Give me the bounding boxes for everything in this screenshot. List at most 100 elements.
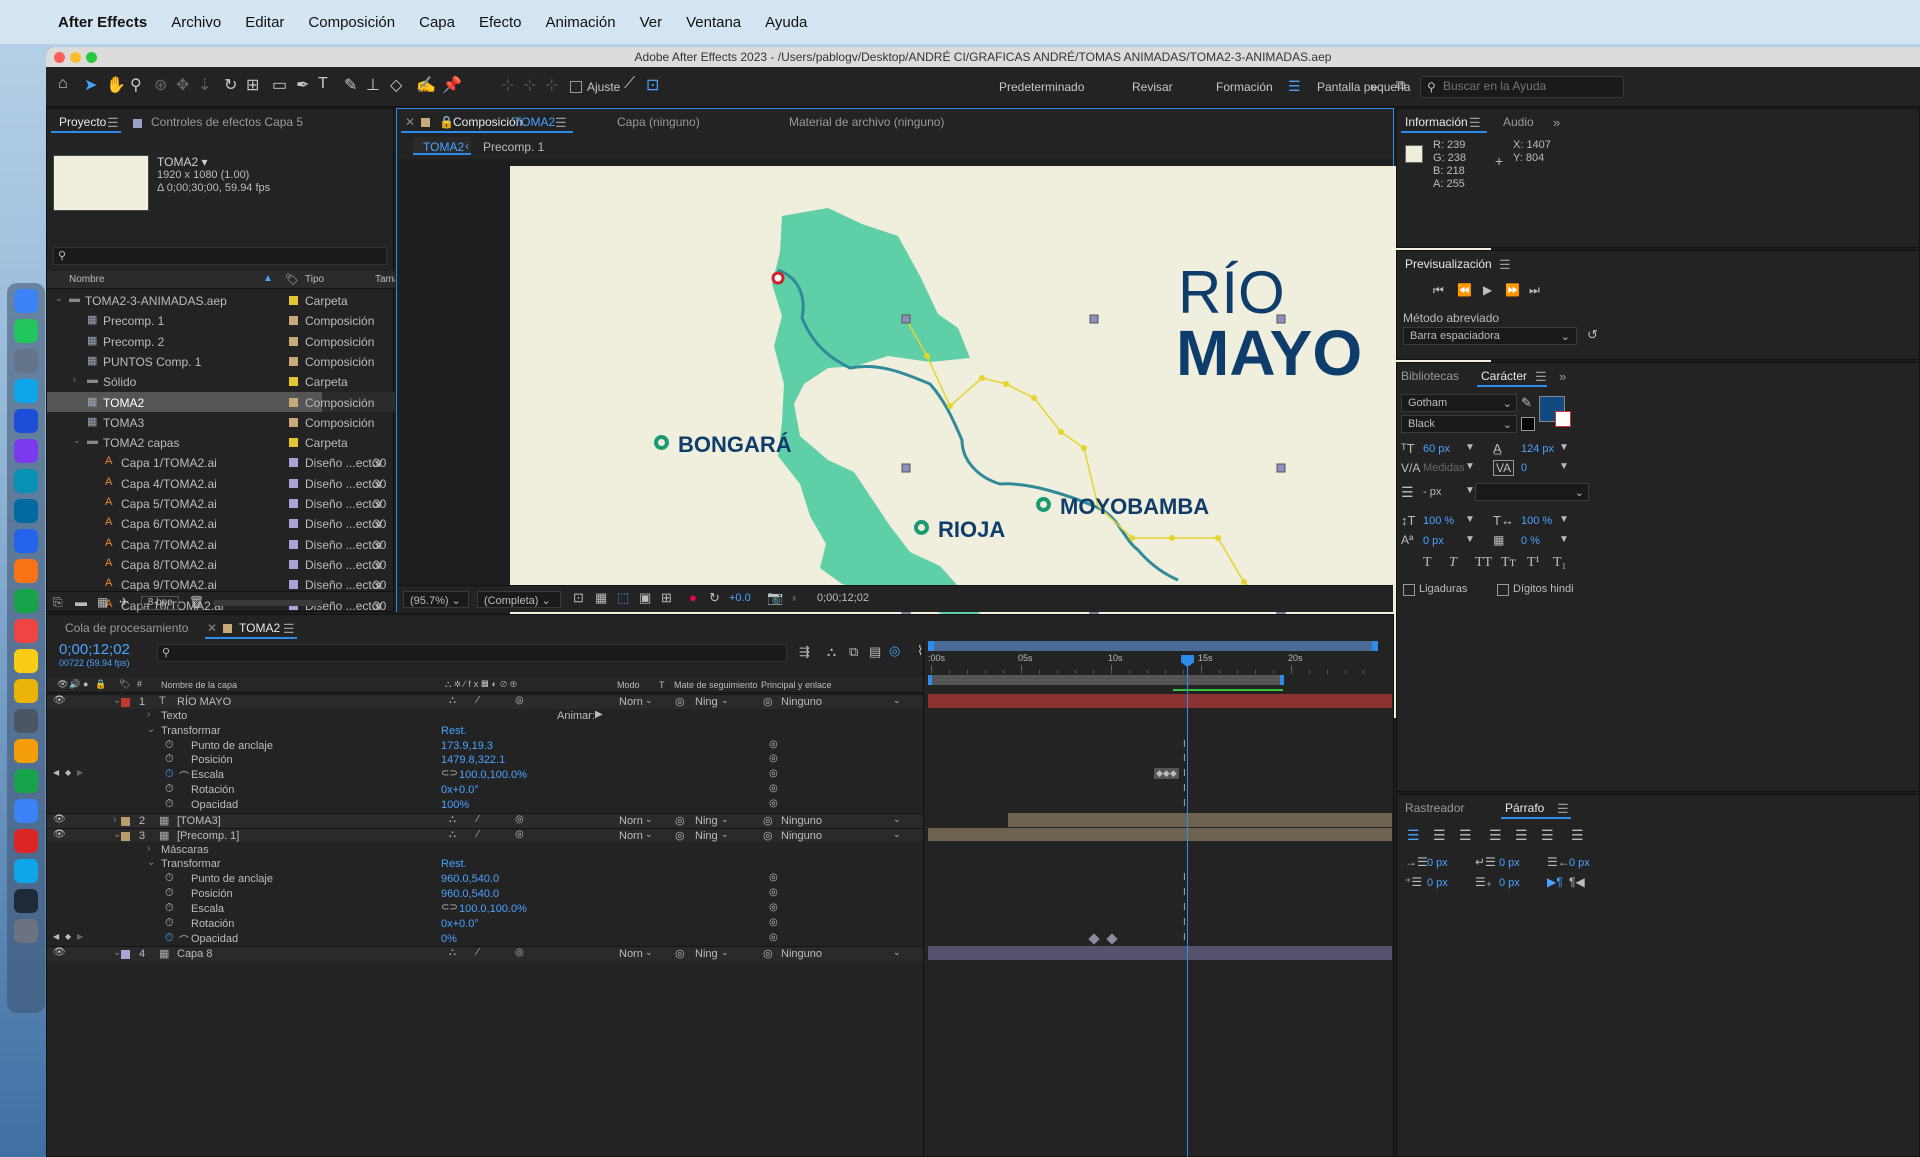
stopwatch-icon[interactable]: ⏱ (165, 739, 174, 752)
stopwatch-icon[interactable]: ⏱ (165, 902, 174, 915)
layer-name[interactable]: RÍO MAYO (177, 696, 231, 708)
current-time-display[interactable]: 0;00;12;02 (817, 592, 869, 604)
region-of-interest-icon[interactable]: ▣ (639, 590, 651, 606)
first-frame-icon[interactable]: ⏮ (1433, 283, 1444, 298)
expand-panels-icon[interactable]: » (1559, 369, 1566, 384)
zoom-tool-icon[interactable]: ⚲ (130, 75, 142, 95)
transform-handle[interactable] (1089, 314, 1099, 324)
shortcut-dropdown[interactable]: Barra espaciadora ⌄ (1403, 327, 1577, 345)
dolly-camera-icon[interactable]: ⇣ (198, 75, 211, 95)
track-matte-dropdown[interactable]: Ning (695, 815, 718, 827)
expression-pickwhip-icon[interactable]: ◎ (769, 739, 778, 750)
time-ruler[interactable]: :00s 05s 10s 15s 20s (928, 653, 1488, 675)
visibility-eye-icon[interactable]: 👁 (53, 814, 66, 825)
parent-dropdown[interactable]: Ninguno (781, 815, 822, 827)
resolution-dropdown[interactable]: (Completa) ⌄ (477, 591, 561, 608)
expression-pickwhip-icon[interactable]: ◎ (769, 917, 778, 928)
vertical-scale-value[interactable]: 100 % (1423, 515, 1454, 527)
leading-dropdown-icon[interactable]: ▼ (1559, 442, 1569, 453)
track-matte-pickwhip-icon[interactable]: ◎ (675, 829, 685, 842)
expression-pickwhip-icon[interactable]: ◎ (769, 887, 778, 898)
track-matte-dropdown[interactable]: Ning (695, 830, 718, 842)
help-search-box[interactable]: ⚲ (1420, 76, 1624, 98)
property-group-name[interactable]: Transformar (161, 858, 221, 870)
tab-effect-controls[interactable]: Controles de efectos Capa 5 (151, 115, 303, 129)
project-item[interactable]: A Capa 1/TOMA2.ai Diseño ...ector 30 (47, 452, 395, 472)
property-row[interactable]: ◀ ◆ ▶ ⏱ ⌒ Opacidad 0% ◎ (47, 932, 923, 947)
track-matte-dropdown[interactable]: Ning (695, 948, 718, 960)
animate-menu-label[interactable]: Animar: (557, 710, 595, 722)
vertical-scale-dropdown-icon[interactable]: ▼ (1465, 514, 1475, 525)
ligatures-checkbox[interactable] (1403, 584, 1415, 596)
zoom-window-button[interactable] (86, 52, 97, 63)
panel-menu-icon[interactable]: ☰ (1535, 369, 1547, 385)
scale-keyframes-icon[interactable]: ◆◆◆ (1154, 768, 1179, 780)
pan-camera-icon[interactable]: ✥ (176, 75, 189, 95)
dock-app-icon[interactable] (14, 829, 38, 853)
more-workspaces-icon[interactable]: » (1370, 78, 1378, 94)
stopwatch-icon[interactable]: ⏱ (165, 887, 174, 900)
pen-tool-icon[interactable]: ✒ (296, 75, 309, 95)
work-area-bar[interactable] (928, 675, 1284, 685)
comp-viewer[interactable]: BONGARÁRIOJAMOYOBAMBACHACHAPOYASRODRÍGUE… (397, 159, 1491, 718)
blend-mode-dropdown[interactable]: Norn (619, 815, 643, 827)
label-color-swatch[interactable] (289, 559, 298, 569)
visibility-eye-icon[interactable]: 👁 (53, 829, 66, 840)
rtl-direction-icon[interactable]: ¶◀ (1569, 875, 1585, 889)
property-group-name[interactable]: Texto (161, 710, 187, 722)
expression-pickwhip-icon[interactable]: ◎ (769, 902, 778, 913)
motion-blur-switch-icon[interactable]: ◎ (515, 947, 524, 958)
justify-all-icon[interactable]: ☰ (1571, 827, 1584, 844)
expression-pickwhip-icon[interactable]: ◎ (769, 798, 778, 809)
kerning-dropdown-icon[interactable]: ▼ (1465, 461, 1475, 472)
dock-app-icon[interactable] (14, 559, 38, 583)
tab-project[interactable]: Proyecto (59, 115, 106, 129)
layer-duration-bar[interactable] (1008, 812, 1392, 827)
property-value[interactable]: 100% (441, 799, 469, 811)
label-color-swatch[interactable] (289, 336, 298, 346)
twirl-open-icon[interactable]: ⌄ (147, 857, 155, 868)
twirl-closed-icon[interactable]: › (147, 709, 150, 720)
collapse-switch-icon[interactable]: ⛬ (449, 829, 456, 840)
thumbnail-scrollbar[interactable] (213, 600, 323, 606)
menu-app-name[interactable]: After Effects (58, 14, 147, 31)
project-item[interactable]: ▦ TOMA2 Composición (47, 391, 395, 412)
track-matte-pickwhip-icon[interactable]: ◎ (675, 695, 685, 708)
tab-info[interactable]: Información (1405, 115, 1468, 129)
project-item[interactable]: A Capa 5/TOMA2.ai Diseño ...ector 30 (47, 493, 395, 513)
play-icon[interactable]: ▶ (1483, 283, 1492, 297)
label-color-swatch[interactable] (289, 519, 298, 529)
label-color-swatch[interactable] (289, 499, 298, 508)
close-tab-icon[interactable]: ✕ (207, 621, 217, 635)
previous-keyframe-icon[interactable]: ◀ (53, 768, 59, 777)
next-keyframe-icon[interactable]: ▶ (77, 768, 83, 777)
transparency-grid-icon[interactable]: ▦ (595, 590, 607, 606)
property-value[interactable]: 173.9,19.3 (441, 740, 493, 752)
home-icon[interactable]: ⌂ (58, 75, 68, 93)
menu-item[interactable]: Ventana (686, 14, 741, 31)
roto-brush-tool-icon[interactable]: ✍ (416, 75, 436, 95)
tab-render-queue[interactable]: Cola de procesamiento (65, 621, 188, 635)
expression-pickwhip-icon[interactable]: ◎ (769, 768, 778, 779)
column-layer-name[interactable]: Nombre de la capa (161, 680, 237, 690)
indent-first-value[interactable]: 0 px (1499, 857, 1520, 869)
label-column-icon[interactable]: 🏷 (285, 273, 299, 286)
dock-app-icon[interactable] (14, 919, 38, 943)
faux-style-button[interactable]: T (1423, 555, 1432, 571)
column-size[interactable]: Tamañ (375, 274, 395, 285)
quality-switch-icon[interactable]: ⁄ (477, 947, 479, 958)
panel-menu-icon[interactable]: ☰ (1557, 801, 1569, 817)
rotate-tool-icon[interactable]: ↻ (224, 75, 237, 95)
property-value[interactable]: 960.0,540.0 (441, 873, 499, 885)
previous-frame-icon[interactable]: ⏪ (1457, 283, 1472, 297)
font-size-dropdown-icon[interactable]: ▼ (1465, 442, 1475, 453)
tab-paragraph[interactable]: Párrafo (1505, 801, 1544, 815)
column-parent[interactable]: Principal y enlace (761, 680, 832, 690)
layer-label-swatch[interactable] (121, 831, 130, 841)
property-row[interactable]: ⏱ Punto de anclaje 173.9,19.3 ◎ (47, 739, 923, 754)
project-item[interactable]: A Capa 6/TOMA2.ai Diseño ...ector 30 (47, 513, 395, 533)
mask-visibility-icon[interactable]: ⬚ (617, 590, 629, 606)
timeline-timecode[interactable]: 0;00;12;02 (59, 641, 130, 658)
justify-center-icon[interactable]: ☰ (1515, 827, 1528, 844)
space-after-value[interactable]: 0 px (1499, 877, 1520, 889)
